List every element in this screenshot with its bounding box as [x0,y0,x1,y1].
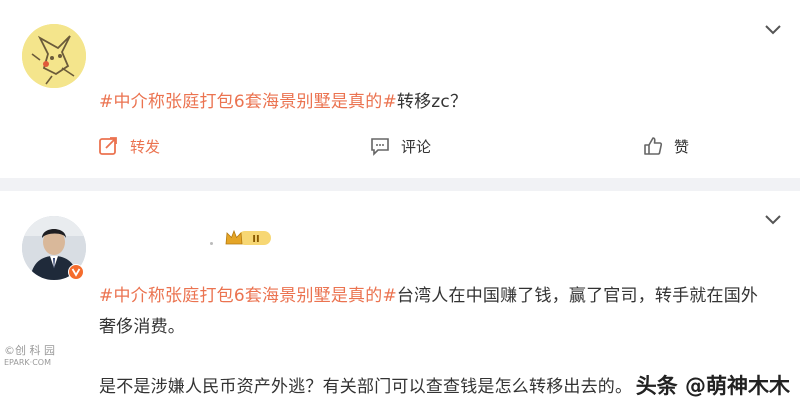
post-text-line-2: 奢侈消费。 [99,317,185,337]
post-text-line-3: 是不是涉嫌人民币资产外逃？有关部门可以查查钱是怎么转移出去的。 [99,377,633,397]
repost-label: 转发 [130,137,161,156]
comment-label: 评论 [401,137,432,156]
chevron-down-icon[interactable] [764,214,782,226]
watermark-line-1: ©创 科 园 [4,344,55,357]
post-separator [0,178,800,191]
comment-icon [371,138,389,156]
hashtag-link[interactable]: #中介称张庭打包6套海景别墅是真的# [99,92,397,112]
watermark-line-2: EPARK·COM [4,358,51,367]
hashtag-link[interactable]: #中介称张庭打包6套海景别墅是真的# [99,286,397,306]
post-text-line-1: #中介称张庭打包6套海景别墅是真的#台湾人在中国赚了钱，赢了官司，转手就在国外 [99,286,759,306]
verified-badge-icon [68,264,84,280]
post-card-1: #中介称张庭打包6套海景别墅是真的#转移zc？ 转发 评论 赞 [0,0,800,178]
chevron-down-icon[interactable] [764,24,782,36]
like-label: 赞 [674,137,690,156]
repost-button[interactable]: 转发 [98,135,160,157]
repost-icon [99,137,117,155]
like-button[interactable]: 赞 [642,135,689,157]
toutiao-watermark: 头条 @萌神木木 [635,374,790,398]
thumbs-up-icon [644,137,663,155]
vip-level: II [252,234,259,245]
username-placeholder [210,242,213,245]
action-bar: 转发 评论 赞 [0,135,800,167]
comment-button[interactable]: 评论 [369,135,431,157]
pikachu-avatar-icon [22,24,86,88]
avatar[interactable] [22,24,86,88]
vip-crown-badge-icon: II [225,229,271,245]
post-text: #中介称张庭打包6套海景别墅是真的#转移zc？ [99,92,468,112]
